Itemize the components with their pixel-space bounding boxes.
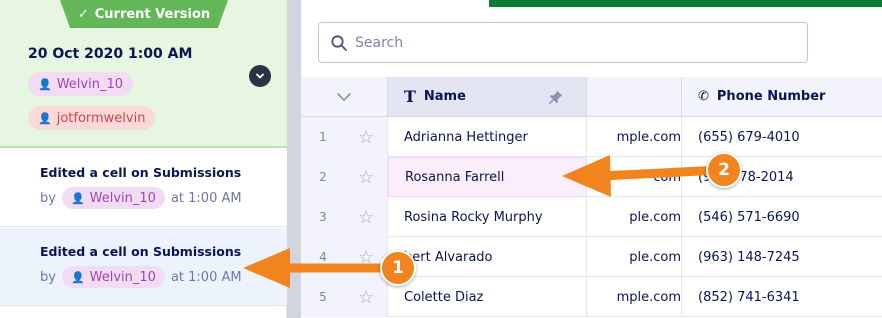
pin-icon[interactable]: [548, 89, 564, 105]
star-icon[interactable]: ☆: [345, 197, 388, 237]
star-icon[interactable]: ☆: [345, 157, 388, 197]
name-cell-selected[interactable]: Rosanna Farrell: [388, 157, 587, 197]
email-text: mple.com: [616, 129, 681, 145]
user-chip-label: Welvin_10: [89, 269, 156, 285]
phone-cell[interactable]: (546) 571-6690: [682, 197, 882, 237]
history-entry[interactable]: Edited a cell on Submissions by 👤 Welvin…: [0, 149, 287, 227]
email-cell[interactable]: ple.com: [587, 237, 682, 277]
column-header-name[interactable]: T Name: [388, 77, 587, 117]
chevron-down-icon: [256, 73, 264, 79]
table-row[interactable]: 1 ☆ Adrianna Hettinger mple.com (655) 67…: [301, 117, 882, 157]
email-text: com: [653, 169, 681, 185]
history-entry-meta: by 👤 Welvin_10 at 1:00 AM: [40, 266, 242, 288]
table-row[interactable]: 2 ☆ Rosanna Farrell com (9 78-2014: [301, 157, 882, 197]
user-chip: 👤 jotformwelvin: [28, 106, 156, 130]
user-chip: 👤 Welvin_10: [61, 187, 165, 209]
user-chip: 👤 Welvin_10: [61, 266, 165, 288]
name-cell[interactable]: Colette Diaz: [388, 277, 587, 317]
user-chip-label: Welvin_10: [89, 190, 156, 206]
email-cell[interactable]: mple.com: [587, 277, 682, 317]
version-history-panel: ✓ Current Version 20 Oct 2020 1:00 AM 👤 …: [0, 0, 287, 318]
table-row[interactable]: 3 ☆ Rosina Rocky Murphy ple.com (546) 57…: [301, 197, 882, 237]
step-badge-1: 1: [380, 250, 416, 286]
version-date: 20 Oct 2020 1:00 AM: [28, 46, 193, 62]
person-icon: 👤: [38, 77, 52, 91]
history-entry-title: Edited a cell on Submissions: [40, 244, 242, 259]
search-box[interactable]: [318, 22, 808, 63]
person-icon: 👤: [38, 111, 52, 125]
email-cell[interactable]: ple.com: [587, 197, 682, 237]
user-chip: 👤 Welvin_10: [28, 72, 133, 96]
row-number: 4: [301, 237, 345, 277]
current-version-label: Current Version: [94, 6, 211, 22]
search-input[interactable]: [355, 31, 795, 55]
column-header-label: Phone Number: [716, 89, 826, 104]
person-icon: 👤: [70, 191, 85, 205]
email-text: ple.com: [629, 249, 681, 265]
check-icon: ✓: [77, 6, 89, 22]
history-entry-meta: by 👤 Welvin_10 at 1:00 AM: [40, 187, 242, 209]
history-entry-title: Edited a cell on Submissions: [40, 165, 242, 180]
email-text: ple.com: [629, 209, 681, 225]
chevron-down-icon: [337, 92, 351, 101]
select-all-header[interactable]: [301, 77, 388, 117]
person-icon: 👤: [70, 270, 85, 284]
email-cell[interactable]: com: [587, 157, 682, 197]
column-header-phone[interactable]: ✆ Phone Number: [682, 77, 882, 117]
row-number: 1: [301, 117, 345, 157]
active-tab-indicator: [489, 0, 882, 7]
row-number: 2: [301, 157, 345, 197]
user-chip-label: jotformwelvin: [56, 110, 146, 126]
name-cell[interactable]: Rosina Rocky Murphy: [388, 197, 587, 237]
row-number: 3: [301, 197, 345, 237]
search-icon: [331, 35, 347, 51]
star-icon[interactable]: ☆: [345, 277, 388, 317]
user-chip-label: Welvin_10: [56, 76, 123, 92]
email-text: mple.com: [616, 289, 681, 305]
column-header-email[interactable]: [587, 77, 682, 117]
text-type-icon: T: [404, 87, 416, 106]
step-badge-2: 2: [706, 152, 742, 188]
expand-toggle-button[interactable]: [249, 65, 271, 87]
name-cell[interactable]: Adrianna Hettinger: [388, 117, 587, 157]
star-icon[interactable]: ☆: [345, 117, 388, 157]
by-label: by: [40, 190, 56, 206]
email-cell[interactable]: mple.com: [587, 117, 682, 157]
phone-cell[interactable]: (963) 148-7245: [682, 237, 882, 277]
entry-time: at 1:00 AM: [170, 269, 242, 285]
panel-divider[interactable]: [287, 0, 301, 318]
phone-cell[interactable]: (655) 679-4010: [682, 117, 882, 157]
phone-cell[interactable]: (852) 741-6341: [682, 277, 882, 317]
current-version-ribbon: ✓ Current Version: [60, 0, 228, 28]
phone-icon: ✆: [698, 89, 709, 104]
row-number: 5: [301, 277, 345, 317]
entry-time: at 1:00 AM: [170, 190, 242, 206]
name-cell[interactable]: bert Alvarado: [388, 237, 587, 277]
by-label: by: [40, 269, 56, 285]
column-header-label: Name: [423, 89, 466, 104]
current-version-card[interactable]: ✓ Current Version 20 Oct 2020 1:00 AM 👤 …: [0, 0, 287, 148]
history-entry-selected[interactable]: Edited a cell on Submissions by 👤 Welvin…: [0, 228, 287, 306]
phone-text-end: 78-2014: [739, 169, 794, 185]
